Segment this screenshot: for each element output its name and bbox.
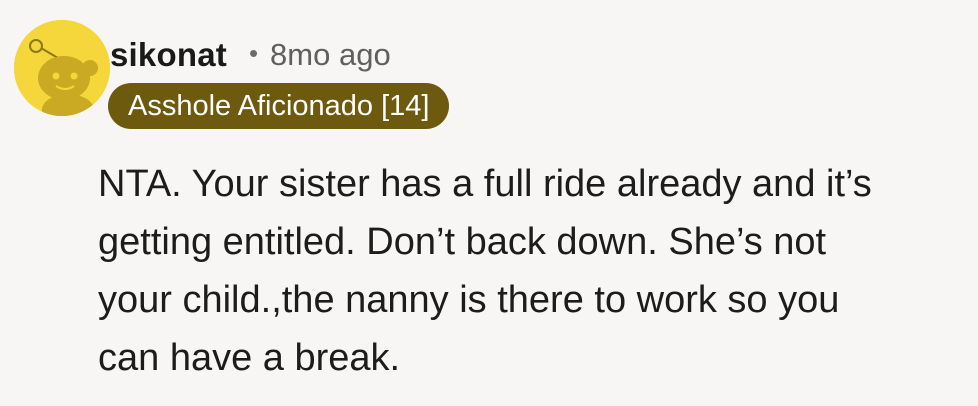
snoo-icon <box>14 20 110 116</box>
comment-timestamp[interactable]: 8mo ago <box>270 37 391 73</box>
comment-body-line: getting entitled. Don’t back down. She’s… <box>98 221 827 263</box>
comment-body-line: your child.,the nanny is there to work s… <box>98 279 840 321</box>
user-flair-badge: Asshole Aficionado [14] <box>108 83 450 129</box>
separator-dot: • <box>248 38 259 68</box>
user-avatar-icon[interactable] <box>14 20 110 116</box>
comment-body-line: NTA. Your sister has a full ride already… <box>98 163 872 205</box>
comment-header: sikonat • 8mo ago <box>110 30 391 80</box>
username-link[interactable]: sikonat <box>110 36 227 74</box>
comment: sikonat • 8mo ago Asshole Aficionado [14… <box>0 0 978 406</box>
comment-body-line: can have a break. <box>98 337 401 379</box>
comment-body: NTA. Your sister has a full ride already… <box>98 155 958 387</box>
